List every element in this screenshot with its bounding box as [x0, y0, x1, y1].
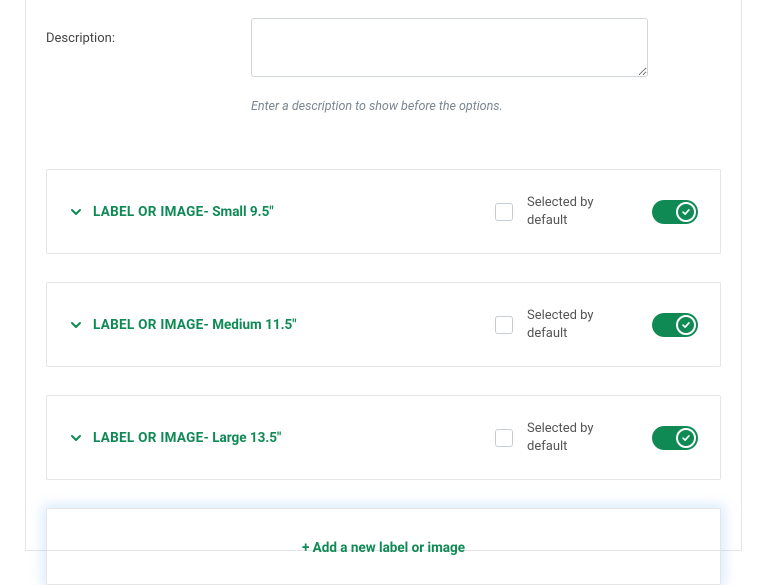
check-icon [676, 202, 696, 222]
option-title-prefix: LABEL OR IMAGE [93, 317, 204, 333]
option-controls: Selected by default [495, 307, 698, 342]
chevron-down-icon [69, 205, 83, 219]
description-input-wrap [251, 18, 721, 81]
option-controls: Selected by default [495, 194, 698, 229]
options-panel: Description: Enter a description to show… [25, 0, 742, 551]
selected-default-label: Selected by default [527, 194, 612, 229]
option-item: LABEL OR IMAGE - Medium 11.5" Selected b… [46, 282, 721, 367]
option-title-suffix: - Medium 11.5" [204, 317, 297, 333]
option-item: LABEL OR IMAGE - Large 13.5" Selected by… [46, 395, 721, 480]
option-title-prefix: LABEL OR IMAGE [93, 430, 204, 446]
selected-default-checkbox[interactable] [495, 316, 513, 334]
check-icon [676, 428, 696, 448]
option-toggle-expand[interactable]: LABEL OR IMAGE - Medium 11.5" [69, 317, 495, 333]
option-title-suffix: - Large 13.5" [204, 430, 282, 446]
option-toggle-expand[interactable]: LABEL OR IMAGE - Small 9.5" [69, 204, 495, 220]
check-icon [676, 315, 696, 335]
selected-default-checkbox[interactable] [495, 429, 513, 447]
description-row: Description: [46, 0, 721, 81]
selected-default-label: Selected by default [527, 307, 612, 342]
chevron-down-icon [69, 318, 83, 332]
chevron-down-icon [69, 431, 83, 445]
add-label-text: + Add a new label or image [302, 540, 465, 556]
option-title-prefix: LABEL OR IMAGE [93, 204, 204, 220]
option-title-suffix: - Small 9.5" [204, 204, 274, 220]
description-input[interactable] [251, 18, 648, 77]
description-helper: Enter a description to show before the o… [251, 99, 721, 114]
enable-toggle[interactable] [652, 200, 698, 224]
option-controls: Selected by default [495, 420, 698, 455]
selected-default-checkbox[interactable] [495, 203, 513, 221]
add-label-button[interactable]: + Add a new label or image [46, 508, 721, 585]
description-label: Description: [46, 18, 251, 46]
enable-toggle[interactable] [652, 426, 698, 450]
option-toggle-expand[interactable]: LABEL OR IMAGE - Large 13.5" [69, 430, 495, 446]
option-item: LABEL OR IMAGE - Small 9.5" Selected by … [46, 169, 721, 254]
option-items: LABEL OR IMAGE - Small 9.5" Selected by … [46, 169, 721, 585]
selected-default-label: Selected by default [527, 420, 612, 455]
enable-toggle[interactable] [652, 313, 698, 337]
